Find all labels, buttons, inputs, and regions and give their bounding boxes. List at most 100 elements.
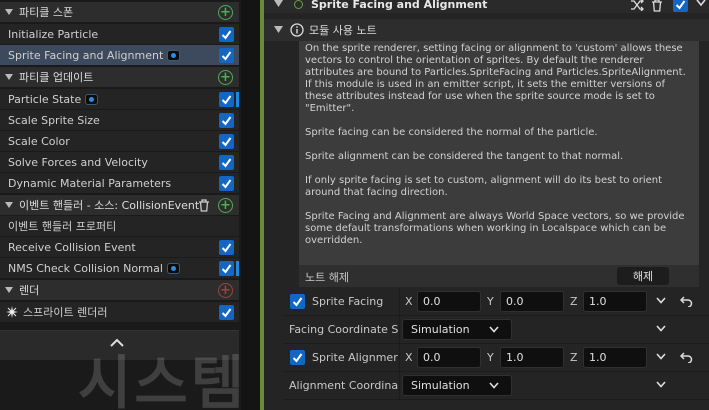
module-solve-forces[interactable]: Solve Forces and Velocity bbox=[0, 152, 239, 173]
category-particle-update[interactable]: 파티클 업데이트 + bbox=[0, 67, 239, 88]
module-label: Dynamic Material Parameters bbox=[8, 176, 172, 190]
x-label: X bbox=[405, 295, 413, 308]
pin-icon[interactable] bbox=[85, 93, 99, 105]
enable-checkbox[interactable] bbox=[219, 240, 234, 255]
module-label: Scale Sprite Size bbox=[8, 113, 100, 127]
param-row-sprite-alignment: Sprite Alignmer X 0.0 Y 1.0 Z 1.0 bbox=[284, 344, 709, 372]
pin-icon[interactable] bbox=[166, 262, 180, 274]
module-list: 파티클 스폰 + Initialize Particle Sprite Faci… bbox=[0, 0, 239, 326]
category-event-handler[interactable]: 이벤트 핸들러 - 소스: CollisionEvent + bbox=[0, 195, 239, 216]
enable-checkbox[interactable] bbox=[219, 134, 234, 149]
param-label: Facing Coordinate S bbox=[289, 323, 398, 336]
module-receive-collision-event[interactable]: Receive Collision Event bbox=[0, 237, 239, 258]
module-sprite-facing-alignment[interactable]: Sprite Facing and Alignment bbox=[0, 45, 239, 66]
enable-checkbox[interactable] bbox=[219, 261, 234, 276]
chevron-down-icon[interactable] bbox=[656, 353, 666, 360]
reset-arrow-icon[interactable] bbox=[680, 350, 693, 363]
enable-checkbox[interactable] bbox=[219, 27, 234, 42]
chevron-down-icon[interactable] bbox=[656, 297, 666, 304]
collapse-triangle-icon[interactable] bbox=[5, 8, 13, 16]
usage-note-header[interactable]: 모듈 사용 노트 bbox=[264, 19, 709, 41]
module-particle-state[interactable]: Particle State bbox=[0, 89, 239, 110]
add-renderer-icon[interactable]: + bbox=[218, 283, 233, 298]
y-label: Y bbox=[487, 351, 494, 364]
shuffle-icon[interactable] bbox=[630, 0, 644, 11]
collapse-triangle-icon[interactable] bbox=[5, 286, 13, 294]
column-divider[interactable] bbox=[399, 288, 400, 316]
note-paragraph: Sprite Facing and Alignment are always W… bbox=[305, 211, 685, 246]
param-enable-checkbox[interactable] bbox=[290, 350, 305, 365]
selection-indicator bbox=[236, 92, 239, 107]
z-label: Z bbox=[570, 295, 578, 308]
collapse-triangle-icon[interactable] bbox=[274, 26, 283, 34]
note-paragraph: If only sprite facing is set to custom, … bbox=[305, 175, 663, 198]
trash-icon[interactable] bbox=[651, 0, 663, 12]
module-initialize-particle[interactable]: Initialize Particle bbox=[0, 24, 239, 45]
module-header[interactable]: Sprite Facing and Alignment bbox=[264, 0, 709, 13]
dropdown-value: Simulation bbox=[411, 379, 470, 392]
column-divider[interactable] bbox=[399, 372, 400, 400]
reset-arrow-icon[interactable] bbox=[680, 294, 693, 307]
category-render[interactable]: 렌더 + bbox=[0, 280, 239, 301]
param-label: Alignment Coordinat bbox=[289, 379, 398, 392]
category-label: 렌더 bbox=[19, 284, 40, 297]
add-module-icon[interactable]: + bbox=[218, 198, 233, 213]
module-label: NMS Check Collision Normal bbox=[8, 261, 163, 275]
y-input[interactable]: 1.0 bbox=[500, 347, 564, 368]
facing-coordinate-space-dropdown[interactable]: Simulation bbox=[402, 319, 512, 340]
dismiss-note-label: 노트 해제 bbox=[305, 271, 349, 284]
param-label: Sprite Alignmer bbox=[312, 351, 398, 364]
param-enable-checkbox[interactable] bbox=[290, 294, 305, 309]
enable-checkbox[interactable] bbox=[219, 113, 234, 128]
chevron-down-icon bbox=[489, 382, 499, 389]
z-input[interactable]: 1.0 bbox=[583, 291, 647, 312]
add-module-icon[interactable]: + bbox=[218, 5, 233, 20]
chevron-down-icon[interactable] bbox=[696, 0, 706, 7]
category-label: 이벤트 핸들러 - 소스: CollisionEvent bbox=[19, 199, 200, 212]
sparkle-icon bbox=[6, 306, 18, 318]
category-particle-spawn[interactable]: 파티클 스폰 + bbox=[0, 2, 239, 23]
x-input[interactable]: 0.0 bbox=[417, 347, 481, 368]
dropdown-value: Simulation bbox=[411, 323, 470, 336]
collapse-triangle-icon[interactable] bbox=[5, 201, 13, 209]
module-label: Sprite Facing and Alignment bbox=[8, 48, 164, 62]
alignment-coordinate-space-dropdown[interactable]: Simulation bbox=[402, 375, 512, 396]
module-event-handler-properties[interactable]: 이벤트 핸들러 프로퍼티 bbox=[0, 216, 239, 237]
module-sprite-renderer[interactable]: 스프라이트 렌더러 bbox=[0, 302, 239, 323]
x-input[interactable]: 0.0 bbox=[417, 291, 481, 312]
dismiss-button[interactable]: 해제 bbox=[617, 267, 669, 285]
x-label: X bbox=[405, 351, 413, 364]
note-paragraph: Sprite facing can be considered the norm… bbox=[305, 127, 598, 138]
module-dynamic-material[interactable]: Dynamic Material Parameters bbox=[0, 173, 239, 194]
enable-checkbox[interactable] bbox=[219, 48, 234, 63]
usage-note-title: 모듈 사용 노트 bbox=[309, 24, 377, 37]
module-label: Receive Collision Event bbox=[8, 240, 136, 254]
selection-indicator bbox=[236, 261, 239, 276]
panel-splitter[interactable] bbox=[241, 0, 260, 410]
module-enable-checkbox[interactable] bbox=[673, 0, 688, 12]
add-module-icon[interactable]: + bbox=[218, 70, 233, 85]
chevron-down-icon[interactable] bbox=[656, 381, 666, 388]
module-nms-check-collision-normal[interactable]: NMS Check Collision Normal bbox=[0, 258, 239, 279]
param-label: Sprite Facing bbox=[312, 295, 384, 308]
column-divider[interactable] bbox=[399, 316, 400, 344]
enable-checkbox[interactable] bbox=[219, 155, 234, 170]
usage-note-body: On the sprite renderer, setting facing o… bbox=[299, 41, 699, 265]
enable-checkbox[interactable] bbox=[219, 92, 234, 107]
info-icon bbox=[290, 23, 304, 37]
z-input[interactable]: 1.0 bbox=[583, 347, 647, 368]
y-input[interactable]: 0.0 bbox=[500, 291, 564, 312]
enable-checkbox[interactable] bbox=[219, 176, 234, 191]
category-label: 파티클 스폰 bbox=[19, 6, 74, 19]
pin-icon[interactable] bbox=[167, 49, 181, 61]
column-divider[interactable] bbox=[399, 344, 400, 372]
enable-checkbox[interactable] bbox=[219, 305, 234, 320]
chevron-down-icon[interactable] bbox=[656, 325, 666, 332]
collapse-triangle-icon[interactable] bbox=[274, 0, 283, 8]
module-scale-sprite-size[interactable]: Scale Sprite Size bbox=[0, 110, 239, 131]
module-scale-color[interactable]: Scale Color bbox=[0, 131, 239, 152]
param-row-alignment-coordinate-space: Alignment Coordinat Simulation bbox=[284, 372, 709, 400]
trash-icon[interactable] bbox=[198, 199, 210, 212]
collapse-triangle-icon[interactable] bbox=[5, 73, 13, 81]
z-label: Z bbox=[570, 351, 578, 364]
